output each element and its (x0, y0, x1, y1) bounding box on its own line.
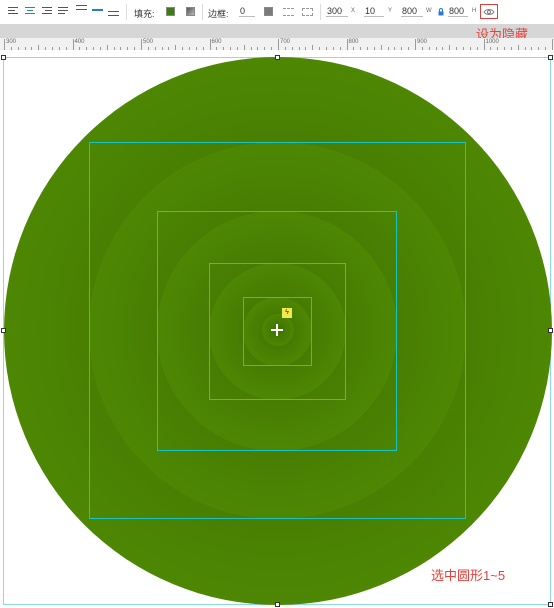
toolbar-divider (126, 4, 127, 20)
y-axis-label: Y (388, 8, 393, 14)
ruler-label: 800 (348, 39, 359, 45)
align-top-icon[interactable] (76, 5, 87, 13)
border-style-icon[interactable] (283, 8, 294, 16)
ruler-tick (552, 39, 553, 50)
visibility-toggle-button[interactable] (480, 4, 498, 19)
width-label: W (426, 8, 432, 14)
ruler-tick (415, 39, 416, 50)
ruler-tick (4, 39, 5, 50)
fill-color-swatch[interactable] (166, 7, 175, 16)
border-sides-icon[interactable] (302, 8, 313, 16)
ruler-label: 900 (417, 39, 428, 45)
style-toolbar: 填充: 边框: 0 300 X 10 Y 800 W 800 H (0, 0, 554, 25)
resize-handle-right[interactable] (548, 328, 553, 333)
y-position-field[interactable]: 10 (364, 5, 384, 17)
resize-handle-top[interactable] (275, 55, 280, 60)
resize-handle-bottom[interactable] (275, 602, 280, 607)
height-field[interactable]: 800 (448, 5, 468, 17)
align-right-icon[interactable] (42, 7, 52, 15)
ruler-tick (209, 39, 211, 50)
ruler-label: 300 (6, 39, 17, 45)
border-width-field[interactable]: 0 (239, 5, 255, 17)
ruler-tick (141, 39, 142, 50)
x-position-field[interactable]: 300 (326, 5, 348, 17)
width-field[interactable]: 800 (401, 5, 423, 17)
align-left-icon[interactable] (8, 7, 18, 15)
border-label: 边框: (208, 9, 229, 19)
select-annotation: 选中圆形1~5 (431, 568, 506, 583)
eye-icon (483, 8, 495, 15)
ruler-tick (346, 39, 348, 50)
resize-handle-bottom-right[interactable] (548, 602, 553, 607)
fill-label: 填充: (134, 9, 155, 19)
toolbar-secondary-bar (0, 24, 554, 38)
resize-handle-left[interactable] (1, 328, 6, 333)
align-middle-icon[interactable] (92, 9, 103, 17)
ruler-label: 600 (211, 39, 222, 45)
center-crosshair-icon[interactable] (270, 323, 284, 337)
ruler-label: 1000 (485, 39, 499, 45)
toolbar-divider (202, 4, 203, 20)
ruler-label: 700 (280, 39, 291, 45)
border-color-swatch[interactable] (264, 7, 273, 16)
lightning-icon[interactable]: ϟ (282, 308, 292, 318)
lock-icon[interactable] (438, 8, 444, 16)
resize-handle-top-left[interactable] (1, 55, 6, 60)
ruler-tick (72, 39, 74, 50)
height-label: H (472, 8, 477, 14)
ruler-tick (278, 39, 279, 50)
editor-window: 填充: 边框: 0 300 X 10 Y 800 W 800 H 设为隐藏 30 (0, 0, 554, 608)
fill-style-icon[interactable] (186, 7, 195, 16)
resize-handle-top-right[interactable] (548, 55, 553, 60)
ruler-label: 500 (143, 39, 154, 45)
toolbar-divider (320, 4, 321, 20)
design-canvas[interactable]: ϟ 选中圆形1~5 (0, 50, 554, 608)
align-center-icon[interactable] (25, 7, 35, 15)
ruler-label: 400 (74, 39, 85, 45)
ruler-tick (483, 39, 485, 50)
x-axis-label: X (351, 8, 356, 14)
align-justify-icon[interactable] (58, 7, 68, 15)
align-bottom-icon[interactable] (108, 11, 119, 19)
